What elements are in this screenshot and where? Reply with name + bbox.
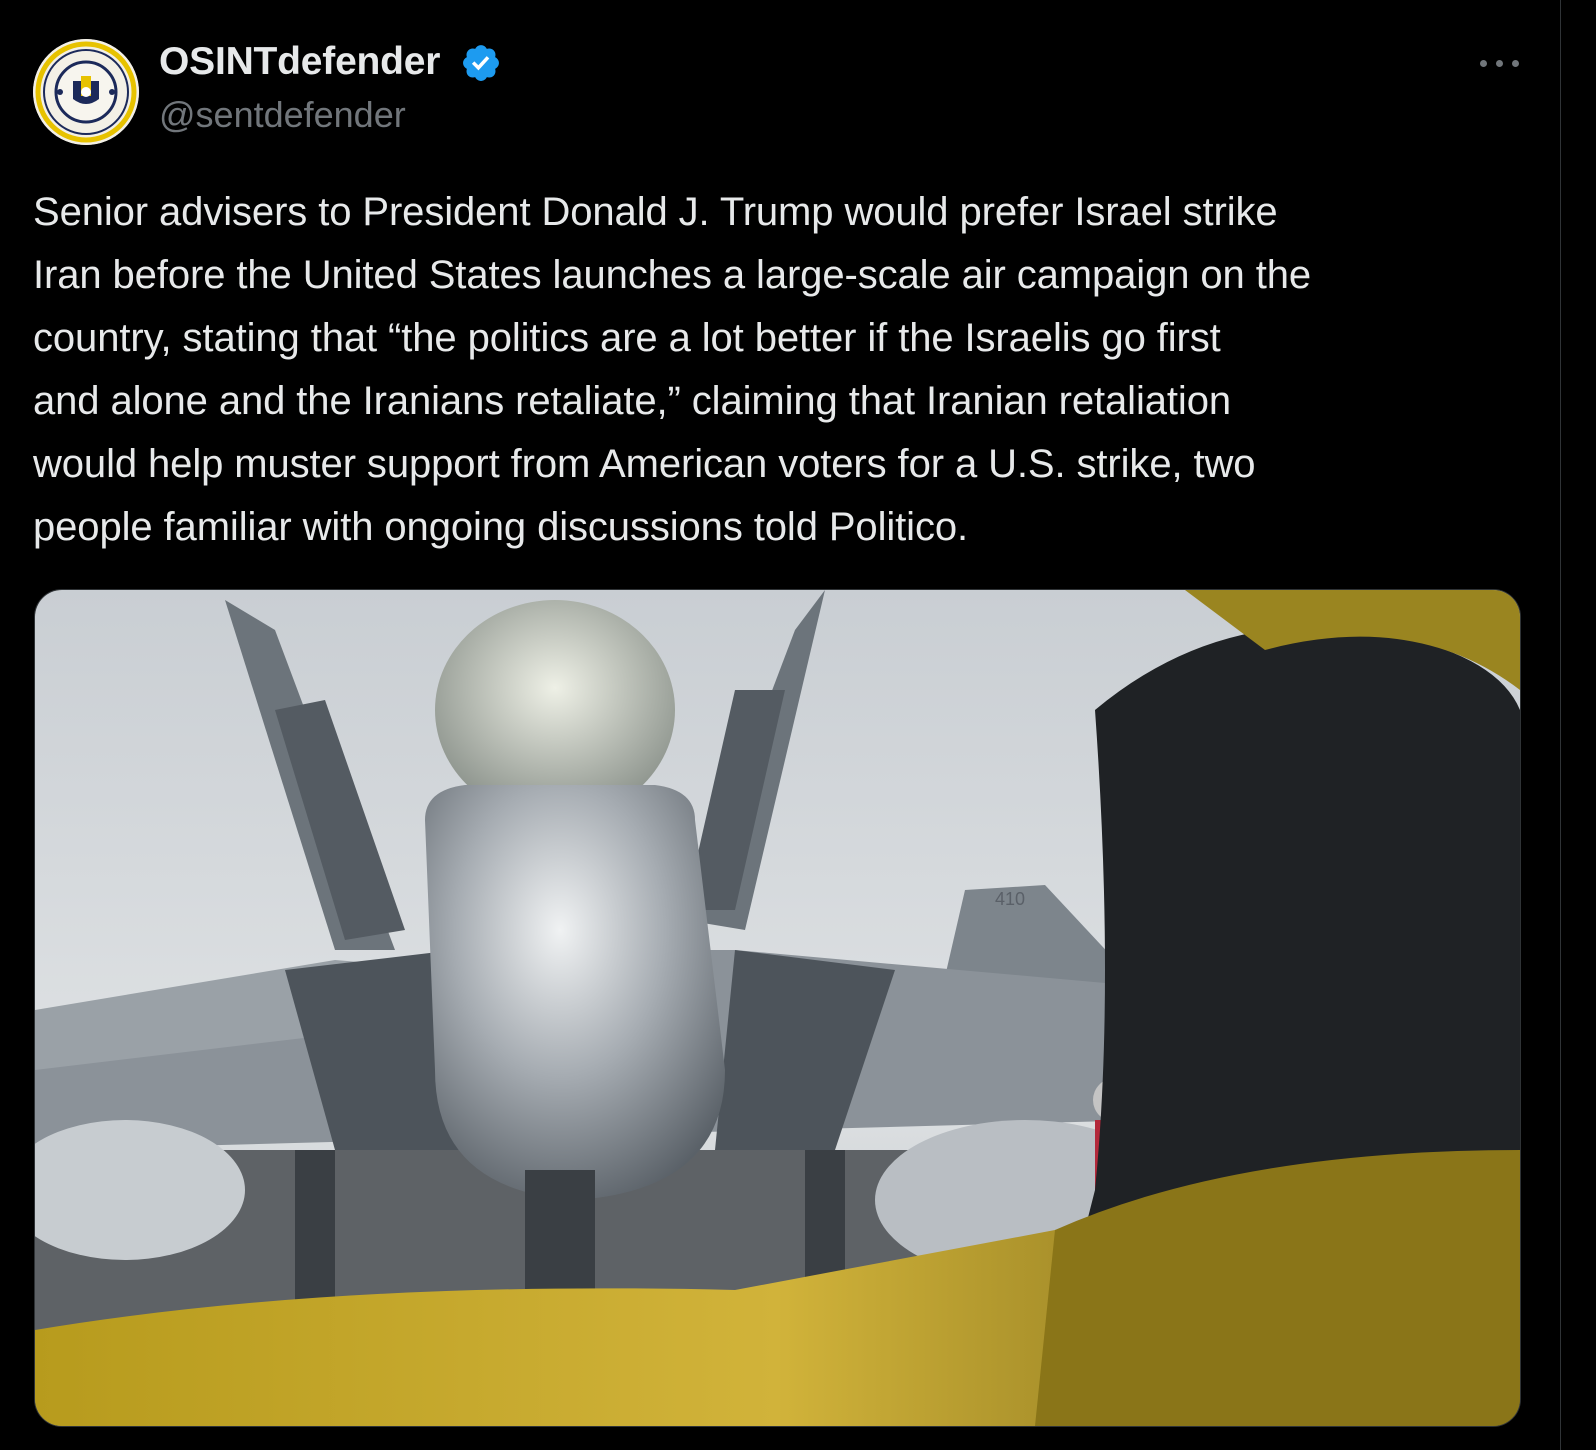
avatar[interactable] <box>33 39 139 145</box>
verified-badge-icon <box>463 45 499 81</box>
display-name[interactable]: OSINTdefender <box>159 40 440 84</box>
osint-defender-logo-icon <box>33 39 139 145</box>
more-options-button[interactable] <box>1470 42 1530 82</box>
column-divider <box>1560 0 1561 1450</box>
user-handle[interactable]: @sentdefender <box>159 94 406 136</box>
more-horizontal-icon <box>1480 60 1487 67</box>
tweet-photo[interactable]: 410 <box>34 589 1521 1427</box>
jet-tail-number: 410 <box>995 889 1025 909</box>
more-horizontal-icon <box>1496 60 1503 67</box>
fighter-jet-photo: 410 <box>35 590 1520 1426</box>
more-horizontal-icon <box>1512 60 1519 67</box>
tweet: OSINTdefender @sentdefender Senior advis… <box>0 0 1560 1450</box>
tweet-text: Senior advisers to President Donald J. T… <box>33 190 1312 549</box>
